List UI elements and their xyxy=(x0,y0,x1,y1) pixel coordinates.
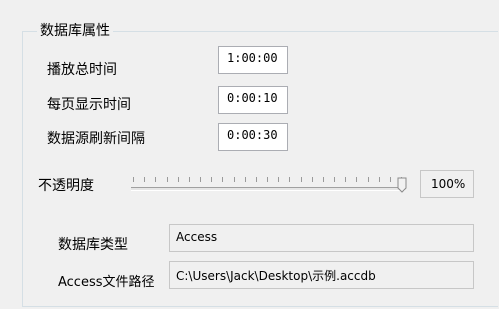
opacity-slider-track[interactable] xyxy=(131,187,405,191)
slider-tick xyxy=(188,177,190,182)
database-type-label: 数据库类型 xyxy=(58,237,128,253)
slider-tick xyxy=(144,177,146,182)
slider-tick xyxy=(233,177,235,182)
slider-tick xyxy=(378,177,380,182)
slider-tick xyxy=(367,177,369,182)
slider-tick xyxy=(155,177,157,182)
group-title: 数据库属性 xyxy=(37,20,113,40)
slider-tick xyxy=(311,177,313,182)
refresh-interval-label: 数据源刷新间隔 xyxy=(47,131,145,147)
total-play-time-input[interactable]: 1:00:00 xyxy=(218,46,288,74)
opacity-value: 100% xyxy=(420,170,474,198)
slider-tick xyxy=(345,177,347,182)
slider-tick xyxy=(211,177,213,182)
slider-tick xyxy=(222,177,224,182)
slider-tick xyxy=(177,177,179,182)
slider-tick xyxy=(389,177,391,182)
slider-tick xyxy=(300,177,302,182)
slider-tick xyxy=(267,177,268,182)
page-display-time-input[interactable]: 0:00:10 xyxy=(218,86,288,114)
opacity-slider-thumb[interactable] xyxy=(397,177,407,193)
slider-tick xyxy=(356,177,358,182)
slider-tick xyxy=(322,177,324,182)
slider-tick xyxy=(278,177,280,182)
page-display-time-label: 每页显示时间 xyxy=(47,97,131,113)
slider-tick xyxy=(289,177,291,182)
slider-tick xyxy=(244,177,246,182)
refresh-interval-input[interactable]: 0:00:30 xyxy=(218,123,288,151)
slider-tick xyxy=(255,177,257,182)
slider-tick xyxy=(133,177,134,182)
database-type-field: Access xyxy=(169,224,474,252)
slider-tick xyxy=(334,177,335,182)
opacity-label: 不透明度 xyxy=(38,178,94,194)
total-play-time-label: 播放总时间 xyxy=(47,62,117,78)
slider-tick xyxy=(166,177,168,182)
access-path-label: Access文件路径 xyxy=(58,275,155,290)
access-path-field: C:\Users\Jack\Desktop\示例.accdb xyxy=(169,261,474,289)
slider-tick xyxy=(200,177,201,182)
